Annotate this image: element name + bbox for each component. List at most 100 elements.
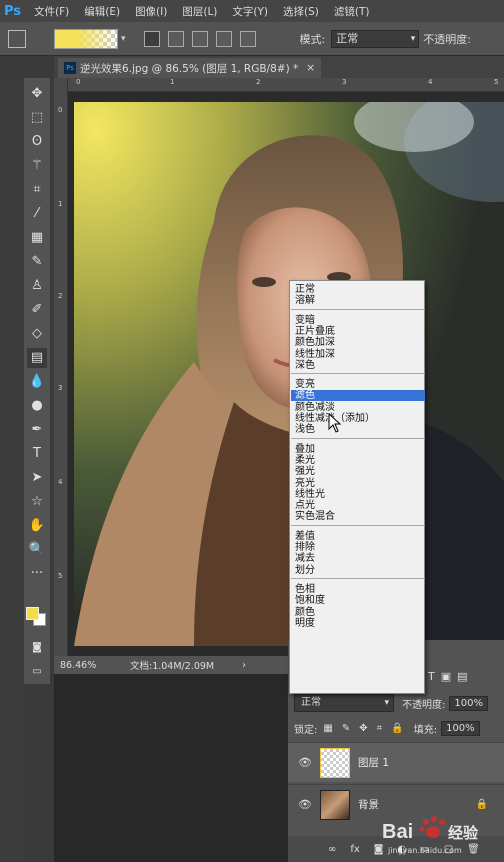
eye-icon[interactable]: 👁 xyxy=(298,798,312,811)
tool-preset-icon[interactable] xyxy=(8,29,26,48)
zoom-tool-icon[interactable]: 🔍 xyxy=(27,540,47,560)
screen-mode-icon[interactable]: ▭ xyxy=(27,662,47,682)
healing-tool-icon[interactable]: ▦ xyxy=(27,228,47,248)
brush-tool-icon[interactable]: ✎ xyxy=(27,252,47,272)
document-canvas[interactable] xyxy=(68,92,504,656)
document-tab[interactable]: Ps 逆光效果6.jpg @ 86.5% (图层 1, RGB/8#) * × xyxy=(58,58,322,78)
layer-name[interactable]: 图层 1 xyxy=(358,755,389,770)
blend-mode-option[interactable]: 正片叠底 xyxy=(291,326,425,337)
blend-mode-option[interactable]: 颜色 xyxy=(291,607,425,618)
mode-select[interactable]: 正常 ▾ xyxy=(331,29,420,48)
close-icon[interactable]: × xyxy=(306,62,315,74)
chevron-down-icon: ▾ xyxy=(384,698,389,708)
menu-filter[interactable]: 滤镜(T) xyxy=(334,4,370,19)
blur-tool-icon[interactable]: 💧 xyxy=(27,372,47,392)
blend-mode-option[interactable]: 实色混合 xyxy=(291,511,425,522)
more-tools-icon[interactable]: ··· xyxy=(27,564,47,584)
blend-mode-option[interactable]: 强光 xyxy=(291,466,425,477)
menu-file[interactable]: 文件(F) xyxy=(34,4,69,19)
lock-transparency-icon[interactable]: ▦ xyxy=(323,723,332,734)
blend-mode-option[interactable]: 点光 xyxy=(291,500,425,511)
history-brush-tool-icon[interactable]: ✐ xyxy=(27,300,47,320)
blend-mode-option[interactable]: 线性加深 xyxy=(291,349,425,360)
foreground-color-swatch[interactable] xyxy=(26,607,39,620)
mouse-cursor-icon xyxy=(328,413,342,433)
lock-position-icon[interactable]: ✥ xyxy=(359,723,367,734)
blend-mode-option[interactable]: 线性光 xyxy=(291,489,425,500)
move-tool-icon[interactable]: ✥ xyxy=(27,84,47,104)
lock-pixels-icon[interactable]: ✎ xyxy=(342,723,350,734)
watermark-brand: Bai xyxy=(382,821,413,843)
blend-mode-option[interactable]: 划分 xyxy=(291,565,425,576)
blend-mode-option[interactable]: 差值 xyxy=(291,531,425,542)
menu-image[interactable]: 图像(I) xyxy=(135,4,167,19)
menu-select[interactable]: 选择(S) xyxy=(283,4,319,19)
filter-smart-icon[interactable]: ▤ xyxy=(457,670,467,683)
eraser-tool-icon[interactable]: ◇ xyxy=(27,324,47,344)
chevron-right-icon[interactable]: › xyxy=(242,660,246,671)
blend-mode-option[interactable]: 线性减淡（添加） xyxy=(291,413,425,424)
marquee-tool-icon[interactable]: ⬚ xyxy=(27,108,47,128)
blend-mode-option[interactable]: 颜色减淡 xyxy=(291,402,425,413)
lock-artboard-icon[interactable]: ⌗ xyxy=(377,723,383,734)
filter-type-icon[interactable]: T xyxy=(428,670,435,683)
blend-mode-option[interactable]: 减去 xyxy=(291,553,425,564)
stamp-tool-icon[interactable]: ♙ xyxy=(27,276,47,296)
dodge-tool-icon[interactable]: ● xyxy=(27,396,47,416)
path-select-tool-icon[interactable]: ➤ xyxy=(27,468,47,488)
diamond-gradient-button[interactable] xyxy=(239,30,256,47)
pen-tool-icon[interactable]: ✒ xyxy=(27,420,47,440)
layer-opacity-value[interactable]: 100% xyxy=(449,695,488,711)
reflected-gradient-button[interactable] xyxy=(215,30,232,47)
blend-mode-option[interactable]: 亮光 xyxy=(291,478,425,489)
menu-layer[interactable]: 图层(L) xyxy=(182,4,217,19)
layer-blend-row: 正常 ▾ 不透明度: 100% xyxy=(288,692,504,714)
blend-mode-dropdown: 正常 溶解变暗 正片叠底 颜色加深 线性加深 深色变亮 滤色 颜色减淡 线性减淡（添加） 浅色叠加… xyxy=(289,280,425,694)
layer-thumbnail xyxy=(320,747,350,778)
blend-mode-option[interactable]: 变亮 xyxy=(291,379,425,390)
blend-mode-option[interactable]: 叠加 xyxy=(291,444,425,455)
lasso-tool-icon[interactable]: ʘ xyxy=(27,132,47,152)
type-tool-icon[interactable]: T xyxy=(27,444,47,464)
blend-mode-option[interactable]: 变暗 xyxy=(291,315,425,326)
eye-icon[interactable]: 👁 xyxy=(298,756,312,769)
fill-value[interactable]: 100% xyxy=(441,720,480,736)
lock-all-icon[interactable]: 🔒 xyxy=(391,723,403,734)
menu-edit[interactable]: 编辑(E) xyxy=(84,4,120,19)
gradient-picker[interactable] xyxy=(54,28,118,49)
blend-mode-option[interactable]: 正常 xyxy=(291,284,425,295)
watermark-brand-cn: 经验 xyxy=(448,824,479,842)
menu-type[interactable]: 文字(Y) xyxy=(232,4,268,19)
shape-tool-icon[interactable]: ☆ xyxy=(27,492,47,512)
blend-mode-option[interactable]: 深色 xyxy=(291,360,425,371)
crop-tool-icon[interactable]: ⌗ xyxy=(27,180,47,200)
eyedropper-tool-icon[interactable]: ⁄ xyxy=(27,204,47,224)
blend-mode-option[interactable]: 明度 xyxy=(291,618,425,629)
blend-mode-option[interactable]: 柔光 xyxy=(291,455,425,466)
gradient-tool-icon[interactable]: ▤ xyxy=(27,348,47,368)
blend-mode-option[interactable]: 排除 xyxy=(291,542,425,553)
ruler-tick: 1 xyxy=(170,78,175,86)
linear-gradient-button[interactable] xyxy=(143,30,160,47)
left-strip xyxy=(0,78,24,862)
radial-gradient-button[interactable] xyxy=(167,30,184,47)
layer-blend-select[interactable]: 正常 ▾ xyxy=(294,694,394,712)
blend-mode-option[interactable]: 浅色 xyxy=(291,424,425,435)
blend-mode-option[interactable]: 溶解 xyxy=(291,295,425,306)
layer-name[interactable]: 背景 xyxy=(358,797,379,812)
angle-gradient-button[interactable] xyxy=(191,30,208,47)
fx-icon[interactable]: fx xyxy=(350,844,359,855)
hand-tool-icon[interactable]: ✋ xyxy=(27,516,47,536)
link-icon[interactable]: ∞ xyxy=(328,844,336,855)
blend-mode-option[interactable]: 饱和度 xyxy=(291,595,425,606)
quick-mask-icon[interactable]: ◙ xyxy=(27,638,47,658)
blend-mode-option[interactable]: 滤色 xyxy=(291,390,425,402)
layer-row-1[interactable]: 👁 图层 1 xyxy=(288,742,504,782)
ruler-tick: 2 xyxy=(58,292,63,300)
blend-mode-option[interactable]: 颜色加深 xyxy=(291,337,425,348)
blend-mode-option[interactable]: 色相 xyxy=(291,584,425,595)
zoom-level[interactable]: 86.46% xyxy=(60,660,112,671)
chevron-down-icon[interactable]: ▾ xyxy=(121,34,126,44)
magic-wand-tool-icon[interactable]: ⚚ xyxy=(27,156,47,176)
filter-shape-icon[interactable]: ▣ xyxy=(441,670,451,683)
